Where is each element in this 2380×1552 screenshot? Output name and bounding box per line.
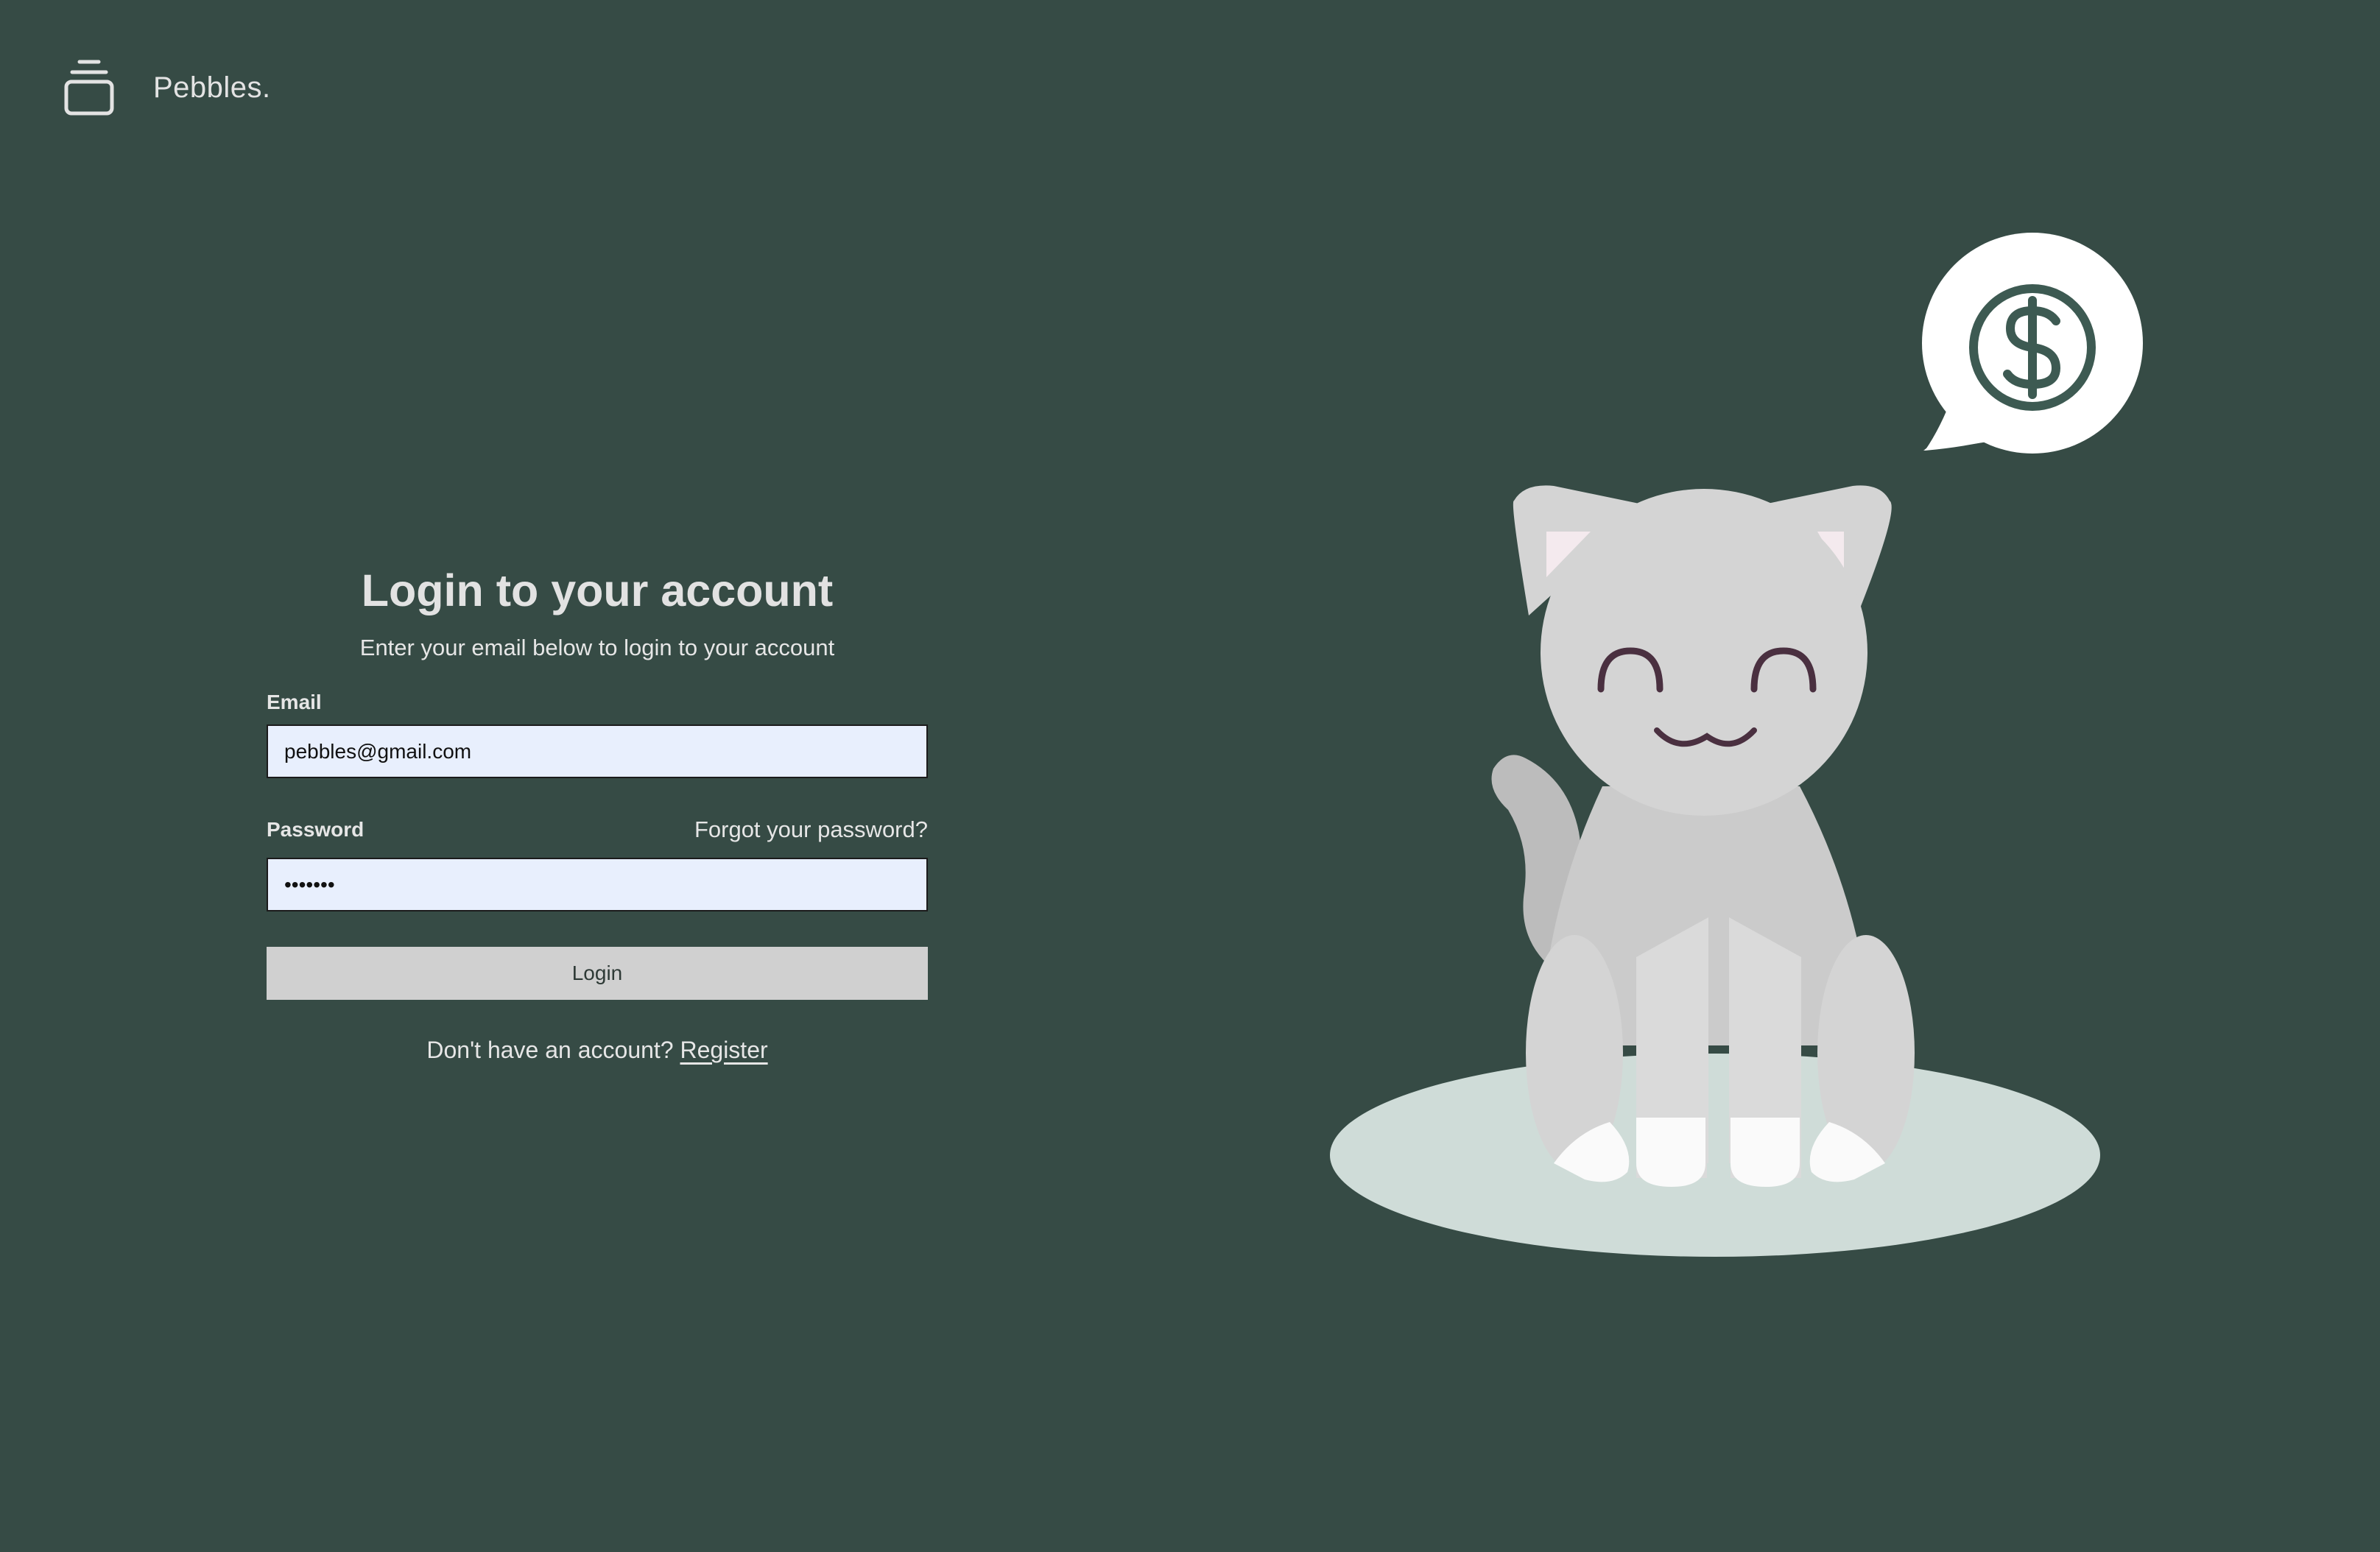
register-row: Don't have an account? Register (267, 1037, 928, 1064)
password-input[interactable] (267, 858, 928, 911)
password-label-row: Password Forgot your password? (267, 816, 928, 843)
forgot-password-link[interactable]: Forgot your password? (694, 816, 928, 843)
login-form: Login to your account Enter your email b… (267, 560, 928, 1064)
cat-paw (1731, 1118, 1800, 1187)
email-label: Email (267, 691, 322, 713)
email-input[interactable] (267, 724, 928, 778)
login-button[interactable]: Login (267, 947, 928, 1000)
register-link[interactable]: Register (680, 1037, 767, 1063)
password-label: Password (267, 818, 365, 841)
register-prompt: Don't have an account? (426, 1037, 674, 1063)
cat-head (1513, 485, 1892, 816)
mat-ellipse (1330, 1054, 2100, 1257)
login-page: Pebbles. Login to your account Enter you… (0, 0, 2380, 1552)
stack-icon (64, 60, 114, 116)
page-title: Login to your account (361, 565, 834, 615)
cat-paw (1636, 1118, 1705, 1187)
brand-name: Pebbles. (153, 71, 271, 104)
speech-bubble (1922, 233, 2143, 454)
cat-illustration (1330, 233, 2143, 1257)
page-subtitle: Enter your email below to login to your … (359, 635, 835, 660)
brand[interactable]: Pebbles. (63, 59, 271, 116)
